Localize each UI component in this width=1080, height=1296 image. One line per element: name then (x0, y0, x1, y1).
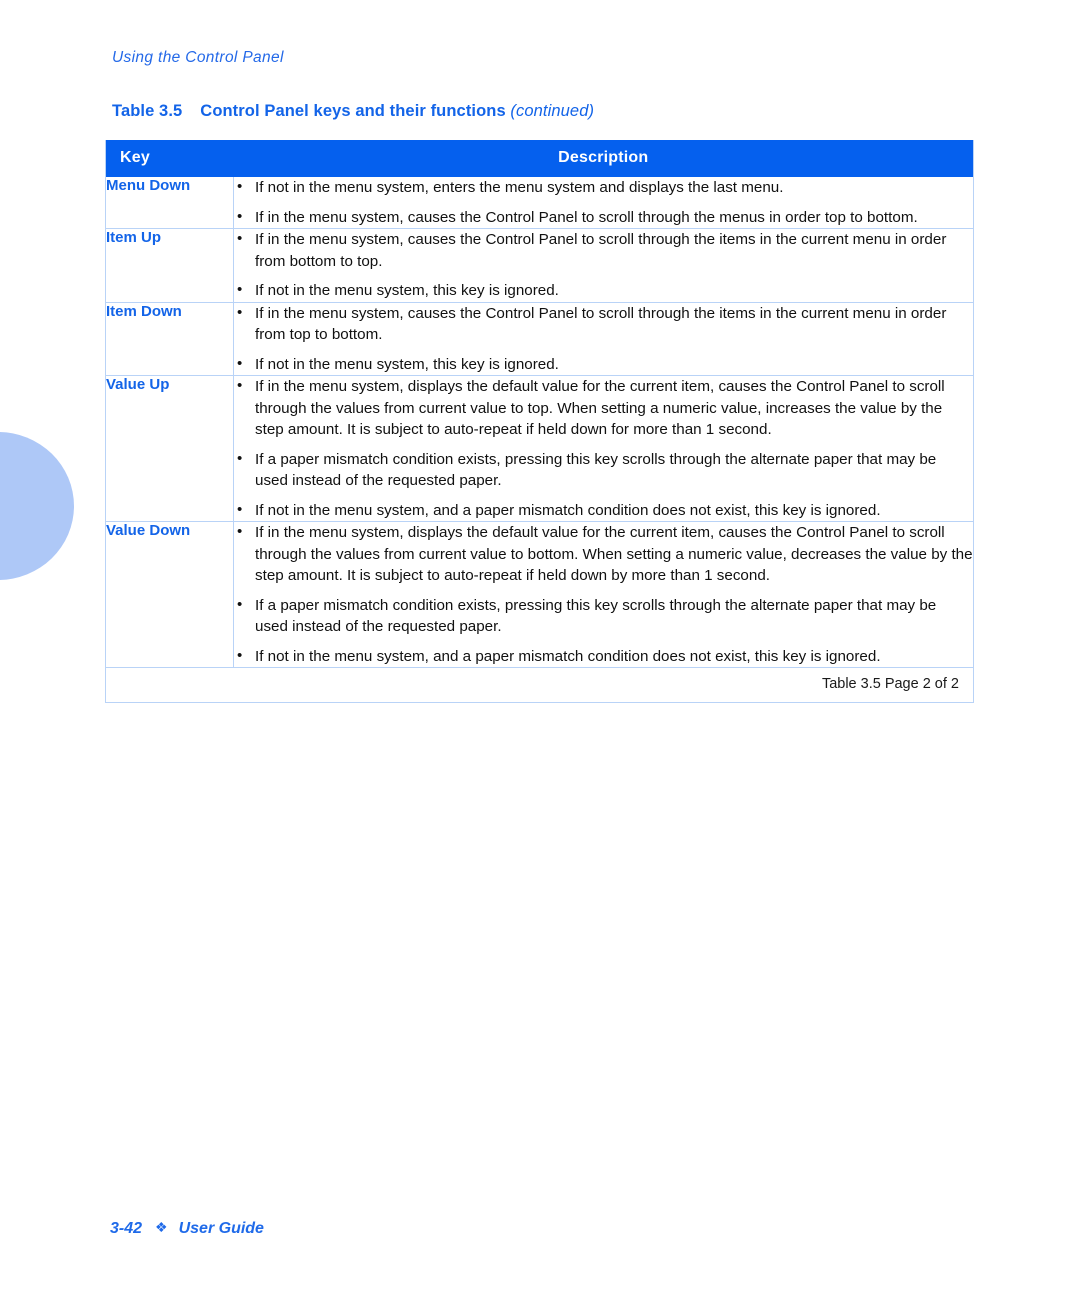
list-item: If not in the menu system, this key is i… (234, 279, 973, 302)
column-header-key: Key (105, 140, 234, 177)
page-footer: 3-42 ❖ User Guide (110, 1219, 264, 1238)
description-bullet-list: If in the menu system, displays the defa… (234, 375, 973, 522)
key-name: Value Down (105, 521, 234, 668)
description-bullet-list: If in the menu system, causes the Contro… (234, 228, 973, 302)
running-head: Using the Control Panel (112, 49, 284, 66)
description-bullet-list: If in the menu system, causes the Contro… (234, 302, 973, 376)
key-description: If in the menu system, displays the defa… (233, 521, 974, 668)
table-row: Value Down If in the menu system, displa… (105, 521, 974, 668)
key-description: If not in the menu system, enters the me… (234, 176, 974, 229)
control-panel-keys-table: Key Description Menu Down If not in the … (105, 140, 974, 703)
table-header-row: Key Description (105, 140, 974, 177)
table-body: Menu Down If not in the menu system, ent… (105, 176, 974, 703)
table-caption: Table 3.5 Control Panel keys and their fu… (112, 102, 594, 121)
table-row: Menu Down If not in the menu system, ent… (105, 176, 974, 229)
key-name: Value Up (105, 375, 234, 522)
description-bullet-list: If not in the menu system, enters the me… (234, 176, 973, 229)
page-footer-label: User Guide (178, 1220, 264, 1237)
list-item: If not in the menu system, and a paper m… (234, 499, 973, 522)
list-item: If in the menu system, displays the defa… (234, 375, 973, 441)
table-caption-number: Table 3.5 (112, 102, 183, 120)
page-number: 3-42 (110, 1220, 143, 1237)
table-head: Key Description (105, 140, 974, 177)
key-description: If in the menu system, causes the Contro… (233, 302, 974, 376)
table-row: Item Up If in the menu system, causes th… (105, 228, 974, 302)
diamond-icon: ❖ (155, 1219, 168, 1235)
list-item: If not in the menu system, and a paper m… (234, 645, 973, 668)
list-item: If in the menu system, causes the Contro… (234, 302, 973, 346)
key-description: If in the menu system, displays the defa… (233, 375, 974, 522)
decorative-circle (0, 432, 74, 580)
list-item: If not in the menu system, enters the me… (234, 176, 973, 199)
table-caption-title: Control Panel keys and their functions (200, 102, 506, 120)
description-bullet-list: If in the menu system, displays the defa… (234, 521, 973, 668)
table-row: Item Down If in the menu system, causes … (105, 301, 974, 376)
list-item: If in the menu system, causes the Contro… (234, 206, 973, 229)
list-item: If in the menu system, displays the defa… (234, 521, 973, 587)
table-page-note: Table 3.5 Page 2 of 2 (105, 667, 974, 703)
key-description: If in the menu system, causes the Contro… (233, 228, 974, 302)
key-name: Menu Down (105, 177, 234, 229)
table-footer-row: Table 3.5 Page 2 of 2 (105, 667, 974, 703)
key-name: Item Down (105, 301, 234, 376)
list-item: If in the menu system, causes the Contro… (234, 228, 973, 272)
key-name: Item Up (105, 228, 234, 302)
table-caption-continued: (continued) (510, 102, 595, 120)
list-item: If not in the menu system, this key is i… (234, 353, 973, 376)
list-item: If a paper mismatch condition exists, pr… (234, 448, 973, 492)
list-item: If a paper mismatch condition exists, pr… (234, 594, 973, 638)
column-header-description: Description (233, 140, 974, 177)
table-row: Value Up If in the menu system, displays… (105, 375, 974, 522)
